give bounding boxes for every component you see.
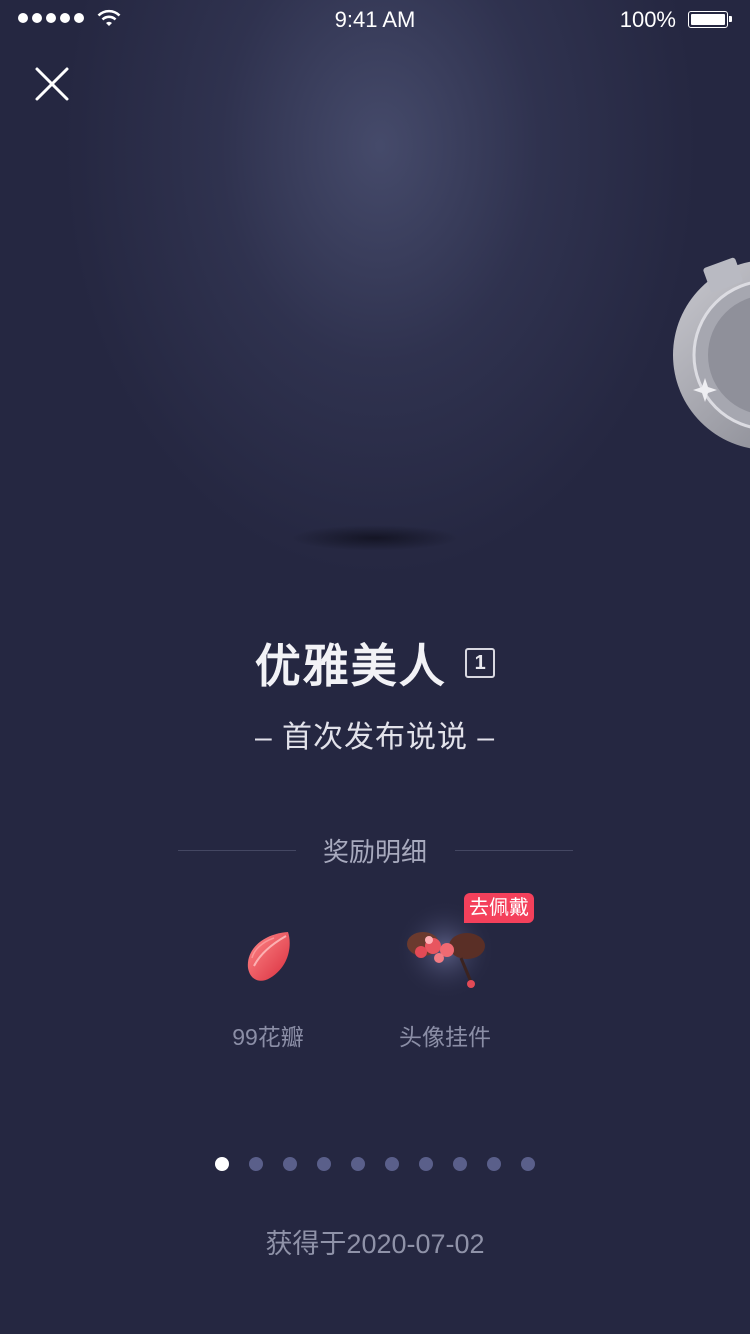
page-dot[interactable] [283, 1157, 297, 1171]
petal-icon [247, 932, 290, 981]
rewards-section-header: 奖励明细 [0, 832, 750, 868]
medal-icon [673, 257, 750, 449]
achievement-header: 优雅美人 1 [0, 630, 750, 696]
page-dot[interactable] [453, 1157, 467, 1171]
page-dot[interactable] [385, 1157, 399, 1171]
reward-item-petals: 99花瓣 [208, 920, 328, 1060]
obtained-date: 获得于2020-07-02 [265, 1229, 485, 1259]
close-icon [35, 67, 69, 101]
page-dot[interactable] [249, 1157, 263, 1171]
medal-shadow [290, 525, 460, 551]
page-dot[interactable] [521, 1157, 535, 1171]
pagination-dots [0, 1157, 750, 1171]
battery-icon [688, 11, 732, 28]
page-dot[interactable] [215, 1157, 229, 1171]
achievement-subtitle: – 首次发布说说 – [254, 721, 496, 754]
page-dot[interactable] [419, 1157, 433, 1171]
achievement-title: 优雅美人 [254, 640, 447, 692]
background-glow [60, 0, 700, 580]
rewards-section-title: 奖励明细 [322, 837, 427, 867]
page-dot[interactable] [487, 1157, 501, 1171]
divider-right [455, 850, 573, 851]
reward-label-pendant: 头像挂件 [399, 1024, 491, 1050]
reward-item-pendant[interactable]: 头像挂件 [385, 900, 505, 1060]
level-badge: 1 [465, 648, 496, 678]
page-dot[interactable] [317, 1157, 331, 1171]
status-bar: 9:41 AM 100% [0, 0, 750, 40]
reward-label-petals: 99花瓣 [232, 1024, 304, 1050]
close-button[interactable] [30, 62, 74, 106]
wear-button[interactable]: 去佩戴 [464, 893, 534, 923]
next-medal-preview[interactable] [668, 250, 750, 450]
page-dot[interactable] [351, 1157, 365, 1171]
battery-percentage: 100% [619, 7, 676, 32]
